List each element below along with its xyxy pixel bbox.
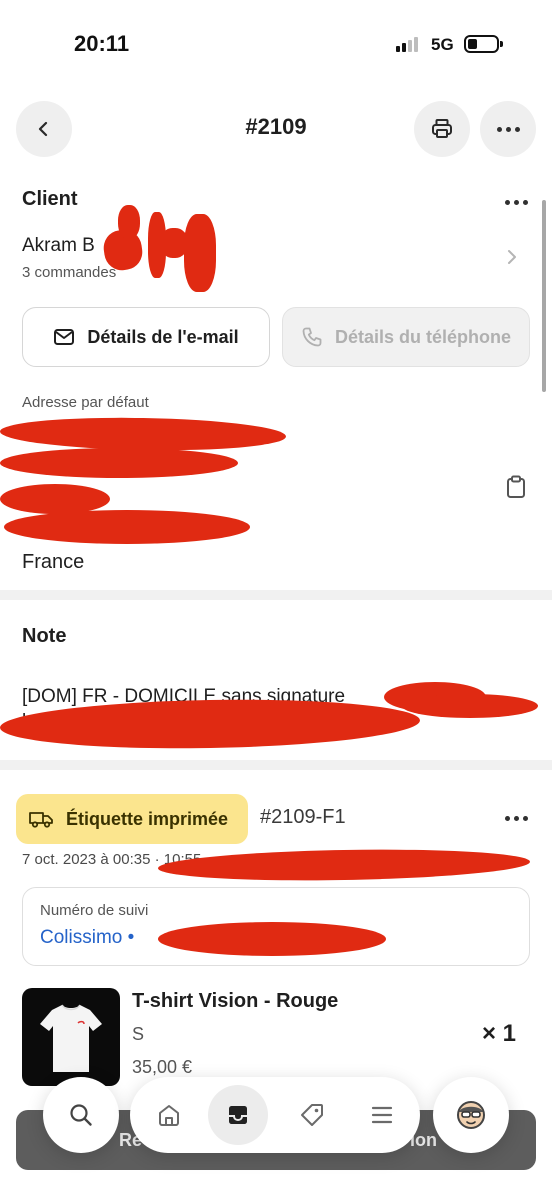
tag-icon [301,1104,323,1126]
tshirt-image [40,1004,102,1072]
phone-details-label: Détails du téléphone [334,326,512,347]
tab-home[interactable] [139,1085,199,1145]
status-time: 20:11 [74,31,130,56]
tab-profile[interactable] [433,1077,509,1153]
product-price: 35,00 € [132,1057,193,1077]
customer-orders-count: 3 commandes [22,264,117,281]
home-icon [159,1105,179,1126]
fulfillment-more-icon[interactable] [501,808,531,828]
note-section-title: Note [22,625,67,647]
truck-icon [29,812,53,828]
scrollbar[interactable] [542,200,546,392]
redaction-mark [4,510,250,544]
redaction-mark [118,205,140,239]
label-printed-text: Étiquette imprimée [66,808,229,829]
product-variant: S [132,1024,145,1044]
redaction-mark [158,922,386,956]
product-image[interactable] [22,988,120,1086]
redaction-mark [0,415,287,453]
search-icon [70,1104,92,1126]
email-details-button[interactable]: Détails de l'e-mail [22,307,270,367]
status-bar: 20:11 5G [0,0,552,90]
tab-menu[interactable] [352,1085,412,1145]
mail-icon [54,329,75,345]
fulfillment-id: #2109-F1 [260,806,346,828]
avatar-icon [457,1101,485,1129]
phone-details-button[interactable]: Détails du téléphone [282,307,530,367]
email-details-label: Détails de l'e-mail [87,326,239,347]
section-divider [0,760,552,770]
tracking-carrier-link[interactable]: Colissimo • [40,927,134,949]
customer-name[interactable]: Akram B [22,235,95,257]
battery-icon [464,35,499,53]
section-divider [0,590,552,600]
redaction-mark [157,846,531,884]
signal-icon [396,36,422,52]
redaction-mark [184,214,216,292]
product-quantity: × 1 [482,1020,517,1047]
redaction-mark [0,484,110,514]
tracking-label: Numéro de suivi [40,902,149,919]
tab-orders[interactable] [208,1085,268,1145]
tab-bar [130,1077,420,1153]
address-country: France [22,551,85,573]
product-name: T-shirt Vision - Rouge [132,990,339,1012]
phone-icon [302,327,322,347]
tab-search[interactable] [43,1077,119,1153]
print-button[interactable] [414,101,470,157]
ellipsis-icon [493,119,523,139]
address-label: Adresse par défaut [22,394,149,411]
more-options-button[interactable] [480,101,536,157]
customer-more-icon[interactable] [501,192,531,212]
redaction-mark [0,448,238,478]
clipboard-copy-icon[interactable] [504,474,528,500]
printer-icon [432,119,452,138]
customer-section-title: Client [22,188,78,210]
inbox-icon [229,1106,247,1124]
network-label: 5G [431,35,454,54]
label-printed-badge: Étiquette imprimée [16,794,248,844]
chevron-right-icon[interactable] [506,248,518,266]
menu-icon [371,1106,393,1124]
tab-products[interactable] [282,1085,342,1145]
redaction-mark [402,694,538,718]
